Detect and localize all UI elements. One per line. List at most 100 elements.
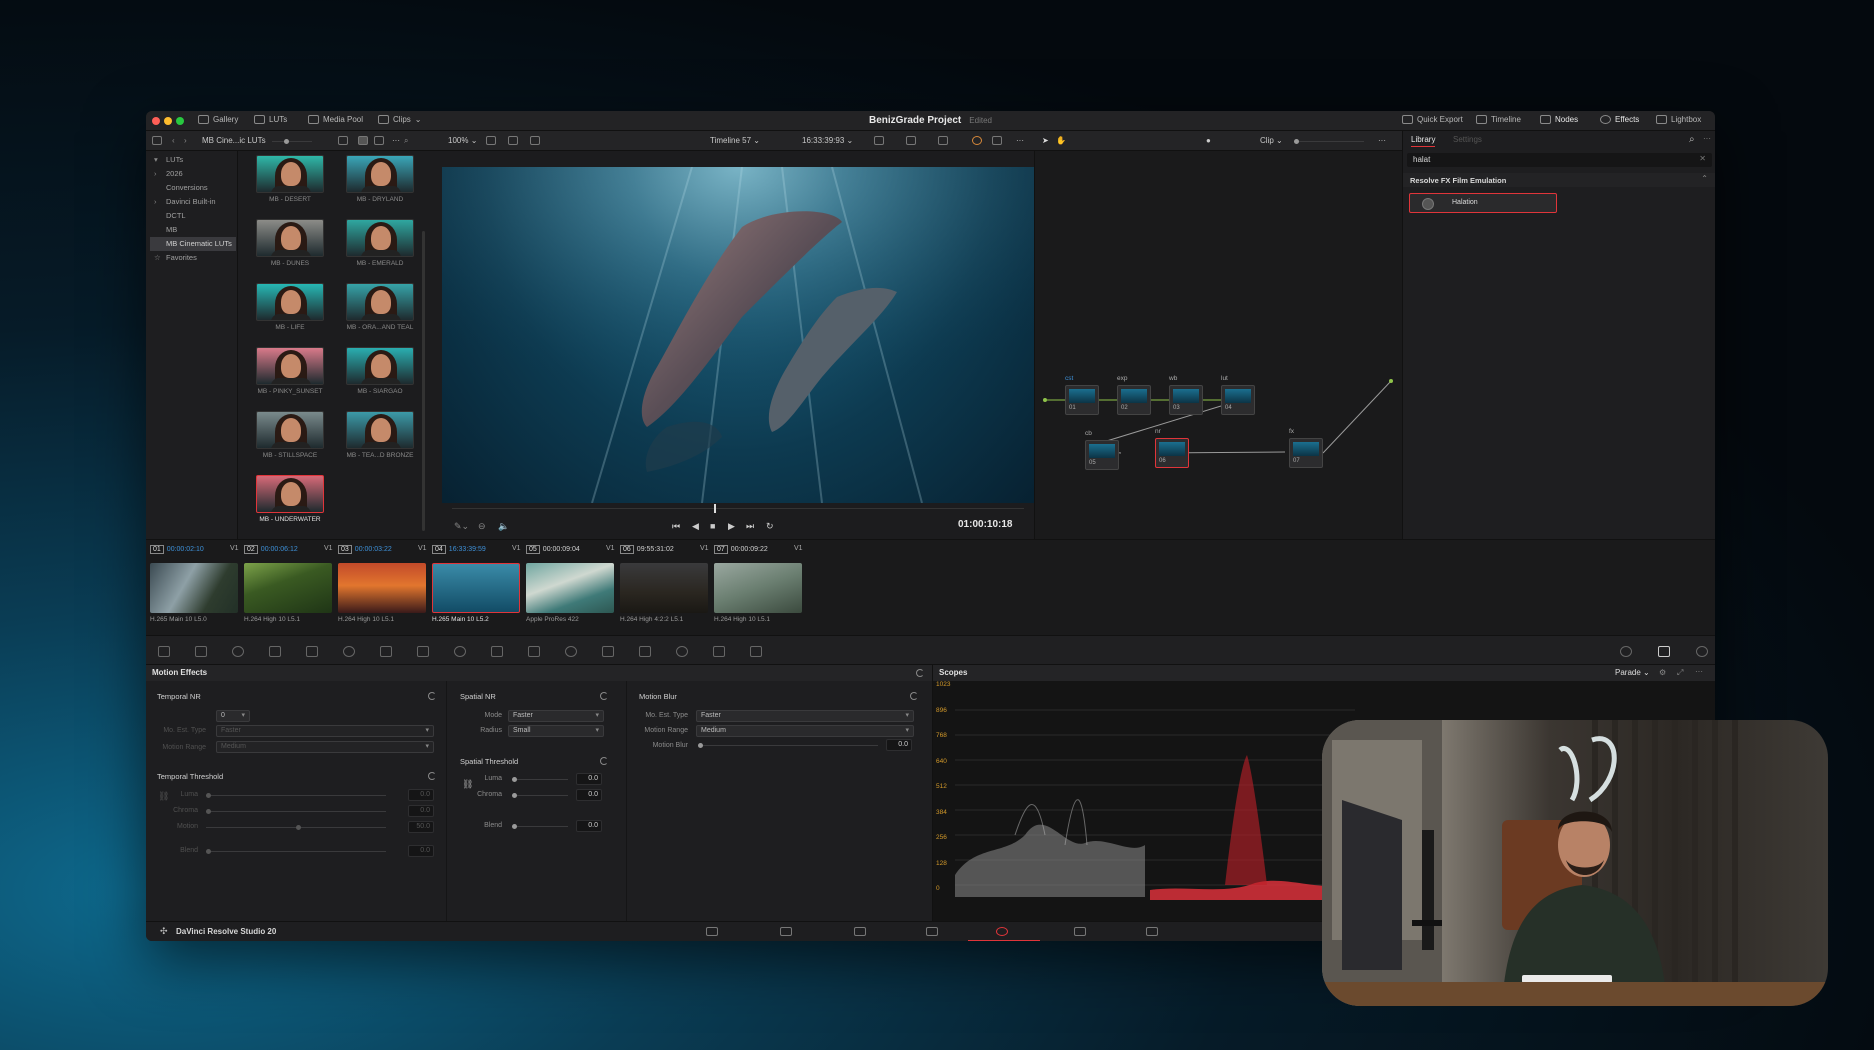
clip-thumbnail[interactable] bbox=[432, 563, 520, 613]
camera-raw-icon[interactable] bbox=[158, 646, 170, 657]
threshold-slider[interactable] bbox=[206, 825, 386, 830]
effects-tab[interactable]: Effects bbox=[1600, 115, 1639, 124]
threshold-value[interactable]: 0.0 bbox=[408, 845, 434, 857]
spatial-threshold-slider[interactable] bbox=[512, 793, 568, 798]
color-node[interactable]: 02 bbox=[1117, 385, 1151, 415]
scope-settings-icon[interactable]: ⚙ bbox=[1659, 668, 1666, 677]
threshold-value[interactable]: 50.0 bbox=[408, 821, 434, 833]
lut-thumbnail[interactable] bbox=[256, 411, 324, 449]
blur-icon[interactable] bbox=[602, 646, 614, 657]
list-view-icon[interactable] bbox=[374, 136, 384, 145]
temporal-nr-reset-icon[interactable] bbox=[428, 692, 436, 700]
slider-knob[interactable] bbox=[512, 777, 517, 782]
mini-view-icon[interactable] bbox=[1620, 646, 1632, 657]
color-icon[interactable] bbox=[972, 136, 982, 145]
blur-est-type-dropdown[interactable]: Faster bbox=[696, 710, 914, 722]
lut-thumbnail[interactable] bbox=[256, 475, 324, 513]
lut-thumbnail[interactable] bbox=[346, 219, 414, 257]
effects-search-field[interactable]: halat ✕ bbox=[1407, 153, 1712, 167]
primaries-icon[interactable] bbox=[232, 646, 244, 657]
spatial-blend-value[interactable]: 0.0 bbox=[576, 820, 602, 832]
3d-icon[interactable] bbox=[713, 646, 725, 657]
lut-thumbnail[interactable] bbox=[346, 283, 414, 321]
wipe-icon[interactable] bbox=[938, 136, 948, 145]
clip-thumbnail[interactable] bbox=[620, 563, 708, 613]
stop-icon[interactable]: ■ bbox=[710, 521, 715, 531]
node-mode-dropdown[interactable]: Clip ⌄ bbox=[1260, 136, 1283, 145]
color-node[interactable]: 05 bbox=[1085, 440, 1119, 470]
slider-knob[interactable] bbox=[512, 793, 517, 798]
fusion-page-icon[interactable] bbox=[926, 927, 938, 936]
color-node[interactable]: 07 bbox=[1289, 438, 1323, 468]
volume-icon[interactable]: 🔈 bbox=[498, 521, 509, 532]
settings-tab[interactable]: Settings bbox=[1453, 135, 1482, 144]
cinema-mode-icon[interactable] bbox=[530, 136, 540, 145]
source-timecode[interactable]: 16:33:39:93 ⌄ bbox=[802, 136, 853, 145]
lut-thumbnail[interactable] bbox=[256, 283, 324, 321]
threshold-slider[interactable] bbox=[206, 793, 386, 798]
rgb-mixer-icon[interactable] bbox=[306, 646, 318, 657]
sidebar-item[interactable]: Conversions bbox=[150, 181, 236, 195]
color-page-icon[interactable] bbox=[996, 927, 1008, 936]
slider-knob[interactable] bbox=[206, 849, 211, 854]
stills-icon[interactable] bbox=[750, 646, 762, 657]
spatial-threshold-value[interactable]: 0.0 bbox=[576, 789, 602, 801]
deliver-page-icon[interactable] bbox=[1146, 927, 1158, 936]
hand-tool-icon[interactable]: ✋ bbox=[1056, 136, 1066, 145]
back-icon[interactable]: ‹ bbox=[172, 136, 175, 145]
spatial-mode-dropdown[interactable]: Faster bbox=[508, 710, 604, 722]
sidebar-item[interactable]: › 2026 bbox=[150, 167, 236, 181]
spatial-threshold-value[interactable]: 0.0 bbox=[576, 773, 602, 785]
disclosure-icon[interactable]: ☆ bbox=[154, 251, 161, 265]
tracker-icon[interactable] bbox=[528, 646, 540, 657]
playhead[interactable] bbox=[714, 504, 716, 513]
scopes-toggle-icon[interactable] bbox=[1658, 646, 1670, 657]
eyedropper-icon[interactable]: ✎⌄ bbox=[454, 521, 469, 532]
motion-blur-slider[interactable] bbox=[698, 743, 878, 748]
skip-end-icon[interactable]: ⏭ bbox=[746, 521, 754, 532]
node-editor[interactable]: cst 01 exp 02 wb 03 lut 04 cb 05 nr 06 fx 07 bbox=[1034, 151, 1402, 539]
temporal-est-type-dropdown[interactable]: Faster bbox=[216, 725, 434, 737]
threshold-slider[interactable] bbox=[206, 849, 386, 854]
collapse-icon[interactable]: ⌃ bbox=[1701, 174, 1708, 183]
temporal-range-dropdown[interactable]: Medium bbox=[216, 741, 434, 753]
lut-scrollbar[interactable] bbox=[422, 231, 425, 531]
edit-page-icon[interactable] bbox=[854, 927, 866, 936]
blur-range-dropdown[interactable]: Medium bbox=[696, 725, 914, 737]
slider-knob[interactable] bbox=[206, 793, 211, 798]
viewer-more-icon[interactable]: ··· bbox=[1016, 136, 1024, 145]
color-node[interactable]: 04 bbox=[1221, 385, 1255, 415]
timeline-tab[interactable]: Timeline bbox=[1476, 115, 1521, 124]
lut-thumbnail[interactable] bbox=[346, 411, 414, 449]
highlight-icon[interactable] bbox=[874, 136, 884, 145]
node-zoom-slider[interactable] bbox=[1294, 139, 1364, 144]
sidebar-toggle-icon[interactable] bbox=[152, 136, 162, 145]
play-icon[interactable]: ▶ bbox=[728, 521, 735, 532]
loop-playback-icon[interactable]: ↻ bbox=[766, 521, 774, 532]
disclosure-icon[interactable]: › bbox=[154, 195, 157, 209]
spatial-threshold-reset-icon[interactable] bbox=[600, 757, 608, 765]
color-warper-icon[interactable] bbox=[417, 646, 429, 657]
scope-expand-icon[interactable]: ⤢ bbox=[1677, 668, 1683, 678]
color-node[interactable]: 01 bbox=[1065, 385, 1099, 415]
panel-reset-icon[interactable] bbox=[916, 669, 924, 677]
lut-thumbnail[interactable] bbox=[256, 155, 324, 193]
window-icon[interactable] bbox=[491, 646, 503, 657]
clip-thumbnail[interactable] bbox=[338, 563, 426, 613]
hdr-icon[interactable] bbox=[269, 646, 281, 657]
sidebar-item[interactable]: ☆ Favorites bbox=[150, 251, 236, 265]
library-search-icon[interactable]: ⌕ bbox=[1689, 134, 1695, 145]
magic-mask-icon[interactable] bbox=[565, 646, 577, 657]
node-more-icon[interactable]: ··· bbox=[1378, 136, 1386, 145]
category-header[interactable]: Resolve FX Film Emulation ⌃ bbox=[1403, 173, 1715, 187]
sizing-icon[interactable] bbox=[676, 646, 688, 657]
forward-icon[interactable]: › bbox=[184, 136, 187, 145]
lightbox-tab[interactable]: Lightbox bbox=[1656, 115, 1701, 124]
viewer-mode-icon[interactable] bbox=[486, 136, 496, 145]
temporal-threshold-reset-icon[interactable] bbox=[428, 772, 436, 780]
split-view-icon[interactable] bbox=[508, 136, 518, 145]
sort-icon[interactable] bbox=[338, 136, 348, 145]
threshold-value[interactable]: 0.0 bbox=[408, 805, 434, 817]
fullscreen-icon[interactable] bbox=[992, 136, 1002, 145]
video-viewer[interactable] bbox=[442, 167, 1034, 503]
